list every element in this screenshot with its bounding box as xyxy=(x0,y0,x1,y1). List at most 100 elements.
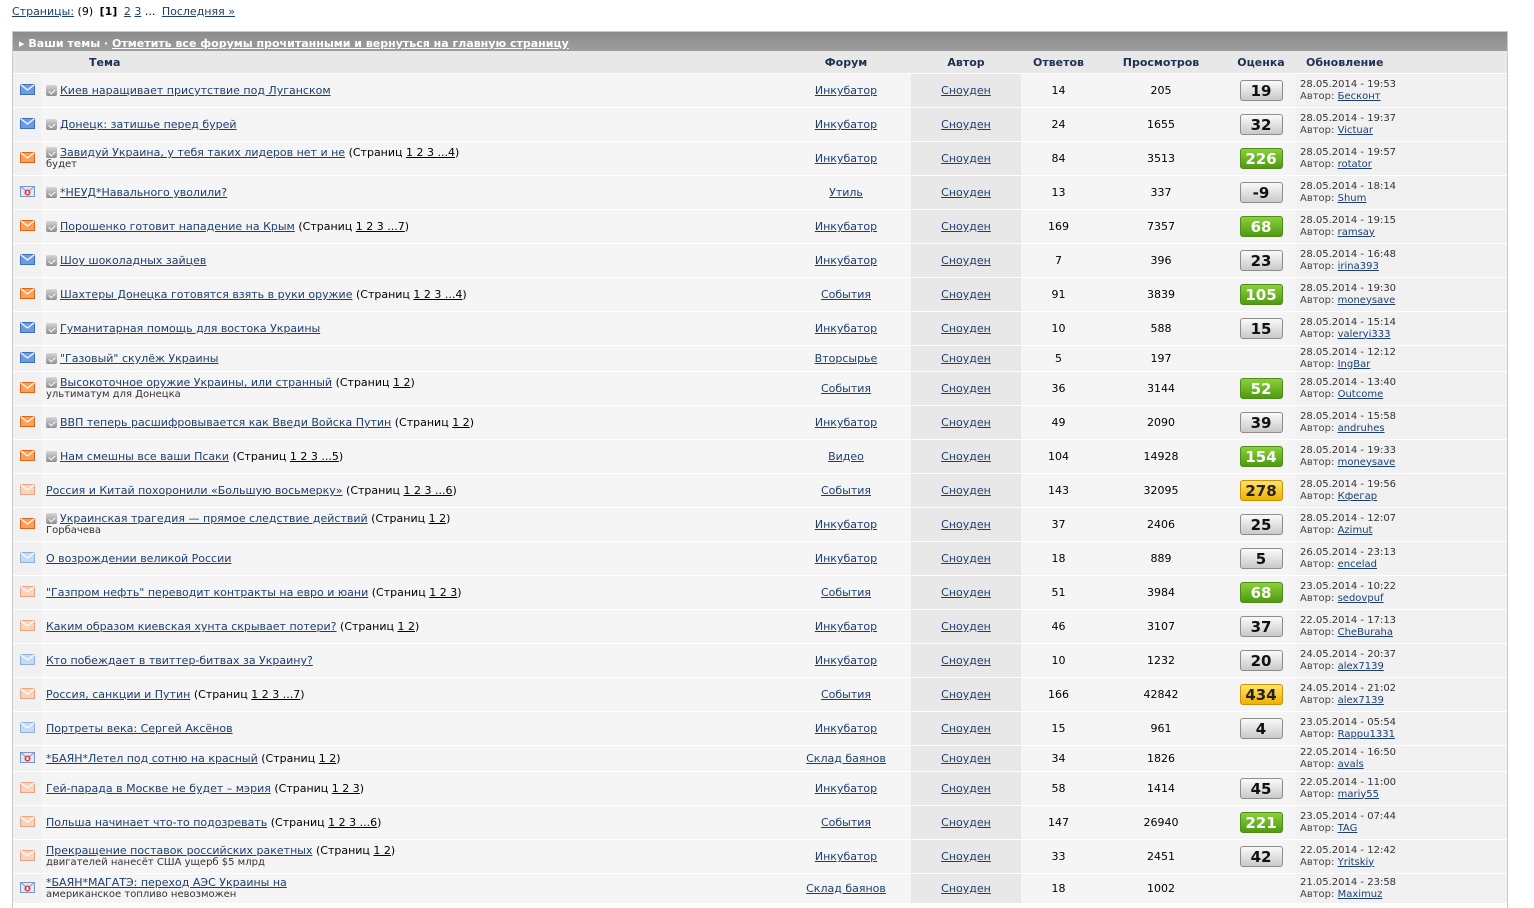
last-author-link[interactable]: Shum xyxy=(1338,193,1367,204)
forum-link[interactable]: Инкубатор xyxy=(815,850,877,863)
last-author-link[interactable]: sedovpuf xyxy=(1338,593,1384,604)
topic-title-link[interactable]: ВВП теперь расшифровывается как Введи Во… xyxy=(60,416,391,429)
forum-link[interactable]: Инкубатор xyxy=(815,782,877,795)
header-rating[interactable]: Оценка xyxy=(1226,51,1296,74)
topic-title-link[interactable]: Гей-парада в Москве не будет – мэрия xyxy=(46,782,271,795)
last-author-link[interactable]: irina393 xyxy=(1338,261,1379,272)
forum-link[interactable]: Утиль xyxy=(829,186,863,199)
header-author[interactable]: Автор xyxy=(911,51,1021,74)
author-link[interactable]: Сноуден xyxy=(941,450,991,463)
last-author-link[interactable]: Outcome xyxy=(1338,389,1384,400)
forum-link[interactable]: Склад баянов xyxy=(806,752,886,765)
forum-link[interactable]: События xyxy=(821,382,871,395)
last-author-link[interactable]: CheBuraha xyxy=(1338,627,1393,638)
forum-link[interactable]: Инкубатор xyxy=(815,654,877,667)
topic-title-link[interactable]: "Газовый" скулёж Украины xyxy=(60,352,218,365)
author-link[interactable]: Сноуден xyxy=(941,882,991,895)
topic-title-link[interactable]: Киев наращивает присутствие под Луганско… xyxy=(60,84,331,97)
forum-link[interactable]: Видео xyxy=(828,450,864,463)
last-author-link[interactable]: alex7139 xyxy=(1338,661,1384,672)
header-views[interactable]: Просмотров xyxy=(1096,51,1226,74)
topic-title-link[interactable]: Прекращение поставок российских ракетных xyxy=(46,844,312,857)
forum-link[interactable]: Вторсырье xyxy=(815,352,878,365)
topic-title-link[interactable]: Польша начинает что-то подозревать xyxy=(46,816,267,829)
topic-title-link[interactable]: Порошенко готовит нападение на Крым xyxy=(60,220,295,233)
author-link[interactable]: Сноуден xyxy=(941,352,991,365)
topic-title-link[interactable]: Высокоточное оружие Украины, или странны… xyxy=(60,376,332,389)
page-link-2[interactable]: 2 xyxy=(124,5,131,18)
author-link[interactable]: Сноуден xyxy=(941,752,991,765)
author-link[interactable]: Сноуден xyxy=(941,620,991,633)
last-author-link[interactable]: andruhes xyxy=(1338,423,1385,434)
author-link[interactable]: Сноуден xyxy=(941,782,991,795)
author-link[interactable]: Сноуден xyxy=(941,254,991,267)
last-author-link[interactable]: valeryi333 xyxy=(1338,329,1391,340)
topic-pages-link[interactable]: 1 2 3 ...5 xyxy=(290,450,339,463)
last-author-link[interactable]: Maximuz xyxy=(1338,889,1383,900)
author-link[interactable]: Сноуден xyxy=(941,322,991,335)
author-link[interactable]: Сноуден xyxy=(941,118,991,131)
forum-link[interactable]: Инкубатор xyxy=(815,84,877,97)
topic-title-link[interactable]: "Газпром нефть" переводит контракты на е… xyxy=(46,586,368,599)
topic-pages-link[interactable]: 1 2 3 ...6 xyxy=(403,484,452,497)
forum-link[interactable]: События xyxy=(821,484,871,497)
topic-title-link[interactable]: Россия и Китай похоронили «Большую восьм… xyxy=(46,484,343,497)
forum-link[interactable]: События xyxy=(821,586,871,599)
author-link[interactable]: Сноуден xyxy=(941,518,991,531)
topic-title-link[interactable]: Шахтеры Донецка готовятся взять в руки о… xyxy=(60,288,352,301)
topic-pages-link[interactable]: 1 2 3 xyxy=(429,586,457,599)
topic-title-link[interactable]: *БАЯН*МАГАТЭ: переход АЭС Украины на xyxy=(46,876,287,889)
author-link[interactable]: Сноуден xyxy=(941,688,991,701)
last-author-link[interactable]: IngBar xyxy=(1338,359,1371,370)
last-author-link[interactable]: encelad xyxy=(1338,559,1377,570)
topic-title-link[interactable]: Донецк: затишье перед бурей xyxy=(60,118,237,131)
forum-link[interactable]: События xyxy=(821,288,871,301)
author-link[interactable]: Сноуден xyxy=(941,850,991,863)
author-link[interactable]: Сноуден xyxy=(941,382,991,395)
author-link[interactable]: Сноуден xyxy=(941,586,991,599)
topic-pages-link[interactable]: 1 2 3 ...6 xyxy=(328,816,377,829)
forum-link[interactable]: Инкубатор xyxy=(815,152,877,165)
topic-title-link[interactable]: *БАЯН*Летел под сотню на красный xyxy=(46,752,258,765)
topic-title-link[interactable]: Шоу шоколадных зайцев xyxy=(60,254,206,267)
author-link[interactable]: Сноуден xyxy=(941,416,991,429)
last-author-link[interactable]: moneysave xyxy=(1338,295,1396,306)
author-link[interactable]: Сноуден xyxy=(941,152,991,165)
topic-title-link[interactable]: Россия, санкции и Путин xyxy=(46,688,190,701)
forum-link[interactable]: События xyxy=(821,816,871,829)
header-forum[interactable]: Форум xyxy=(781,51,911,74)
last-author-link[interactable]: avals xyxy=(1338,759,1364,770)
topic-pages-link[interactable]: 1 2 3 ...7 xyxy=(356,220,405,233)
forum-link[interactable]: Склад баянов xyxy=(806,882,886,895)
last-author-link[interactable]: TAG xyxy=(1338,823,1358,834)
author-link[interactable]: Сноуден xyxy=(941,484,991,497)
last-author-link[interactable]: moneysave xyxy=(1338,457,1396,468)
header-updated[interactable]: Обновление xyxy=(1296,51,1507,74)
topic-pages-link[interactable]: 1 2 xyxy=(397,620,415,633)
topic-pages-link[interactable]: 1 2 3 ...4 xyxy=(413,288,462,301)
last-author-link[interactable]: alex7139 xyxy=(1338,695,1384,706)
topic-title-link[interactable]: Украинская трагедия — прямое следствие д… xyxy=(60,512,368,525)
forum-link[interactable]: Инкубатор xyxy=(815,322,877,335)
last-author-link[interactable]: Бесконт xyxy=(1338,91,1381,102)
last-author-link[interactable]: Azimut xyxy=(1338,525,1373,536)
topic-pages-link[interactable]: 1 2 xyxy=(393,376,411,389)
topic-pages-link[interactable]: 1 2 xyxy=(452,416,470,429)
topic-pages-link[interactable]: 1 2 3 ...4 xyxy=(406,146,455,159)
forum-link[interactable]: Инкубатор xyxy=(815,620,877,633)
last-author-link[interactable]: rotator xyxy=(1338,159,1372,170)
topic-pages-link[interactable]: 1 2 xyxy=(319,752,337,765)
topic-title-link[interactable]: Каким образом киевская хунта скрывает по… xyxy=(46,620,337,633)
topic-title-link[interactable]: Гуманитарная помощь для востока Украины xyxy=(60,322,320,335)
last-author-link[interactable]: Victuar xyxy=(1338,125,1373,136)
forum-link[interactable]: Инкубатор xyxy=(815,254,877,267)
topic-title-link[interactable]: Кто побеждает в твиттер-битвах за Украин… xyxy=(46,654,313,667)
forum-link[interactable]: Инкубатор xyxy=(815,552,877,565)
last-author-link[interactable]: Rappu1331 xyxy=(1338,729,1395,740)
author-link[interactable]: Сноуден xyxy=(941,654,991,667)
header-topic[interactable]: Тема xyxy=(41,51,781,74)
last-author-link[interactable]: Yritskiy xyxy=(1338,857,1375,868)
author-link[interactable]: Сноуден xyxy=(941,288,991,301)
topic-pages-link[interactable]: 1 2 xyxy=(429,512,447,525)
topic-title-link[interactable]: Завидуй Украина, у тебя таких лидеров не… xyxy=(60,146,345,159)
